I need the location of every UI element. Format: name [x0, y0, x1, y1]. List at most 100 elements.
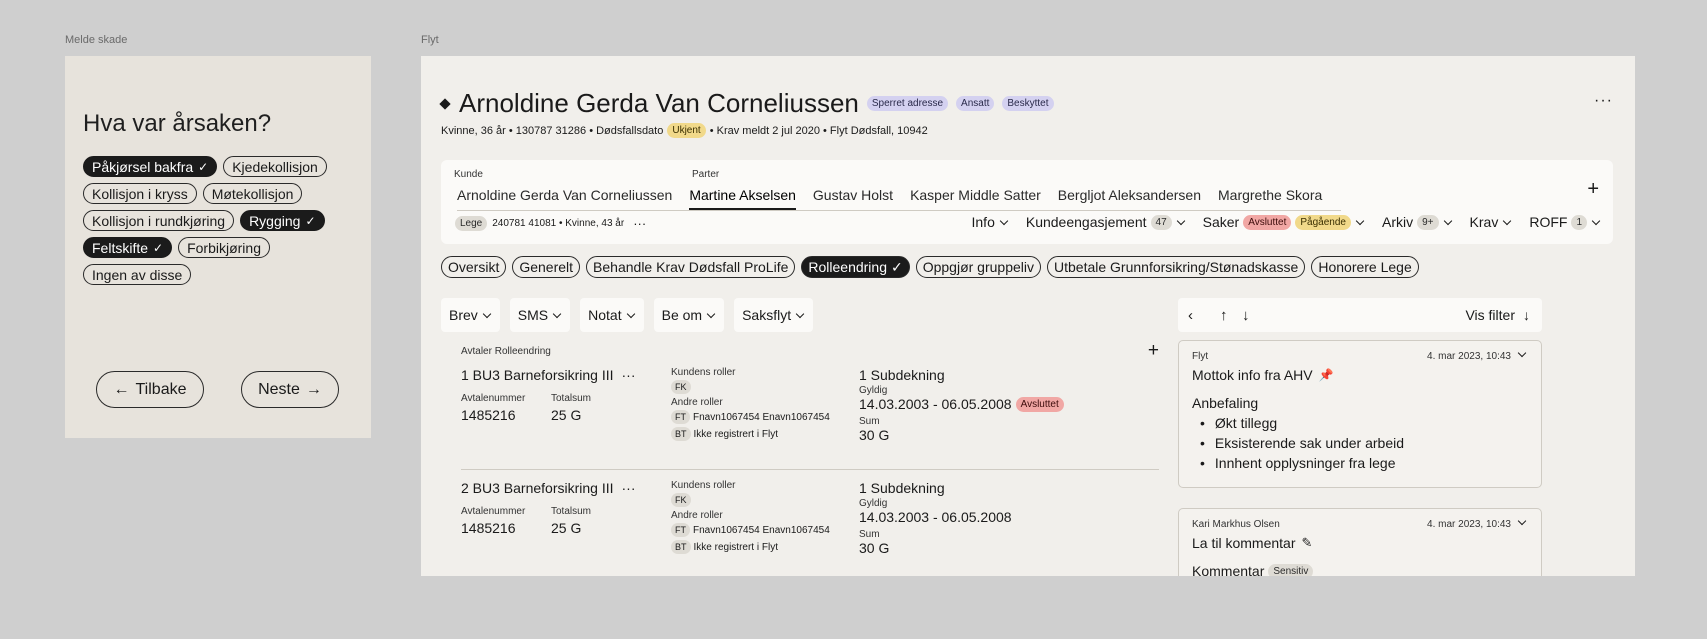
note-author: Kari Markhus Olsen — [1192, 519, 1280, 530]
tag-ukjent: Ukjent — [667, 123, 706, 138]
chip-kollisjon-i-kryss[interactable]: Kollisjon i kryss — [83, 183, 197, 204]
pin-icon: 📌 — [1318, 368, 1334, 382]
sms-label: SMS — [517, 307, 549, 323]
customer-more-icon[interactable]: ··· — [633, 216, 646, 231]
note-date: 4. mar 2023, 10:43 — [1427, 519, 1511, 530]
agreement-row: 2 BU3 Barneforsikring III ··· Avtalenumm… — [461, 470, 1159, 576]
menu-kundeengasjement[interactable]: Kundeengasjement 47 — [1026, 214, 1186, 230]
arrow-up-icon[interactable]: ↑ — [1220, 307, 1228, 324]
bullet-text: Økt tillegg — [1214, 415, 1278, 431]
chip-label: Ingen av disse — [92, 266, 183, 283]
chip-label: Kollisjon i rundkjøring — [92, 212, 226, 229]
chevron-down-icon — [1503, 216, 1512, 225]
menu-krav-label: Krav — [1469, 214, 1499, 230]
be-om-button[interactable]: Be om — [653, 298, 725, 332]
chevron-down-icon[interactable] — [1517, 348, 1527, 358]
role-tag-bt: BT — [671, 540, 691, 554]
menu-roff[interactable]: ROFF 1 — [1529, 214, 1601, 230]
brev-button[interactable]: Brev — [441, 298, 500, 332]
tab-generelt[interactable]: Generelt — [512, 256, 581, 278]
chevron-left-icon[interactable]: ‹ — [1188, 307, 1193, 324]
chip-feltskifte[interactable]: Feltskifte ✓ — [83, 237, 173, 258]
menu-saker[interactable]: Saker Avsluttet Pågående — [1203, 214, 1365, 230]
chip-label: Kollisjon i kryss — [92, 185, 188, 202]
kunde-label: Kunde — [454, 169, 483, 180]
arrow-down-icon[interactable]: ↓ — [1242, 307, 1250, 324]
party-tab-arnoldine[interactable]: Arnoldine Gerda Van Corneliussen — [457, 184, 672, 210]
party-tab-margrethe[interactable]: Margrethe Skora — [1218, 184, 1322, 210]
party-tabs: Arnoldine Gerda Van Corneliussen Martine… — [457, 184, 1341, 211]
role-tag-ft: FT — [671, 410, 690, 424]
chevron-down-icon — [552, 309, 562, 318]
sum-value: 30 G — [859, 427, 890, 443]
tag-pagaende: Pågående — [1295, 214, 1351, 230]
chevron-down-icon — [1355, 216, 1365, 225]
note-title-text: La til kommentar — [1192, 535, 1296, 551]
tab-oppgjor-gruppeliv[interactable]: Oppgjør gruppeliv — [915, 256, 1041, 278]
chevron-down-icon — [999, 216, 1009, 225]
vis-filter-button[interactable]: Vis filter ↓ — [1465, 307, 1530, 323]
sms-button[interactable]: SMS — [509, 298, 571, 332]
note-card[interactable]: Kari Markhus Olsen 4. mar 2023, 10:43 La… — [1178, 508, 1542, 576]
notat-button[interactable]: Notat — [580, 298, 644, 332]
party-tab-kasper[interactable]: Kasper Middle Satter — [910, 184, 1041, 210]
agreement-name: 2 BU3 Barneforsikring III — [461, 480, 614, 496]
brev-label: Brev — [449, 307, 478, 323]
tab-honorere-lege[interactable]: Honorere Lege — [1311, 256, 1419, 278]
vis-filter-label: Vis filter — [1465, 307, 1515, 323]
menu-info[interactable]: Info — [972, 214, 1009, 230]
arrow-right-icon: → — [305, 380, 322, 398]
chip-motekollisjon[interactable]: Møtekollisjon — [202, 183, 303, 204]
agreement-row: 1 BU3 Barneforsikring III ··· Avtalenumm… — [461, 357, 1159, 470]
tab-behandle-krav[interactable]: Behandle Krav Dødsfall ProLife — [586, 256, 796, 278]
check-icon: ✓ — [153, 240, 164, 255]
chevron-down-icon[interactable] — [1517, 516, 1527, 526]
agreement-more-icon[interactable]: ··· — [622, 480, 636, 496]
tab-rolleendring[interactable]: Rolleendring ✓ — [801, 256, 910, 278]
arrow-left-icon: ← — [113, 380, 130, 398]
saksflyt-button[interactable]: Saksflyt — [734, 298, 814, 332]
chip-rygging[interactable]: Rygging ✓ — [240, 210, 325, 231]
chip-forbikjoring[interactable]: Forbikjøring — [178, 237, 270, 258]
menu-arkiv[interactable]: Arkiv 9+ — [1382, 214, 1453, 230]
party-tab-bergljot[interactable]: Bergljot Aleksandersen — [1058, 184, 1201, 210]
totalsum-label: Totalsum — [551, 506, 592, 517]
parter-label: Parter — [692, 169, 720, 180]
customer-info: Lege 240781 41081 • Kvinne, 43 år ··· — [455, 216, 646, 231]
next-button[interactable]: Neste → — [241, 371, 339, 408]
tag-ansatt: Ansatt — [956, 96, 995, 111]
party-tab-gustav[interactable]: Gustav Holst — [813, 184, 893, 210]
party-tab-martine[interactable]: Martine Akselsen — [689, 184, 796, 210]
chip-ingen-av-disse[interactable]: Ingen av disse — [83, 264, 192, 285]
back-button[interactable]: ← Tilbake — [96, 371, 204, 408]
role-ft-name: Fnavn1067454 Enavn1067454 — [693, 411, 830, 423]
notes-column: ‹ ↑ ↓ Vis filter ↓ Flyt 4. mar 2023, 10:… — [1178, 298, 1542, 576]
subdekning-title: 1 Subdekning — [859, 480, 945, 496]
tag-beskyttet: Beskyttet — [1002, 96, 1054, 111]
check-icon: ✓ — [890, 258, 903, 275]
pencil-icon: ✎ — [1301, 535, 1313, 550]
agreement-more-icon[interactable]: ··· — [622, 367, 636, 383]
tab-utbetale-grunnforsikring[interactable]: Utbetale Grunnforsikring/Stønadskasse — [1047, 256, 1306, 278]
avtalenummer-label: Avtalenummer — [461, 393, 526, 404]
chevron-down-icon — [1176, 216, 1185, 225]
chip-kjedekollisjon[interactable]: Kjedekollisjon — [223, 156, 327, 177]
cause-chip-group: Påkjørsel bakfra ✓ Kjedekollisjon Kollisj… — [83, 156, 363, 285]
chip-pakjorsel-bakfra[interactable]: Påkjørsel bakfra ✓ — [83, 156, 218, 177]
tab-label: Rolleendring — [808, 259, 887, 275]
roles-block: Kundens roller FK Andre roller FT Fnavn10… — [671, 367, 861, 444]
agreement-title: 2 BU3 Barneforsikring III ··· — [461, 480, 636, 496]
process-tabs: Oversikt Generelt Behandle Krav Dødsfall… — [441, 256, 1419, 278]
chip-kollisjon-i-rundkjoring[interactable]: Kollisjon i rundkjøring — [83, 210, 235, 231]
note-card[interactable]: Flyt 4. mar 2023, 10:43 Mottok info fra … — [1178, 340, 1542, 488]
tag-lege: Lege — [455, 216, 488, 231]
customer-card: Kunde Parter Arnoldine Gerda Van Corneli… — [441, 160, 1613, 244]
action-toolbar: Brev SMS Notat Be om Saksflyt — [441, 298, 814, 332]
tab-oversikt[interactable]: Oversikt — [441, 256, 507, 278]
add-party-icon[interactable]: + — [1587, 178, 1599, 201]
more-options-icon[interactable]: ··· — [1594, 92, 1613, 110]
count-badge: 1 — [1571, 214, 1587, 230]
role-ft-name: Fnavn1067454 Enavn1067454 — [693, 524, 830, 536]
menu-krav[interactable]: Krav — [1470, 214, 1513, 230]
back-button-label: Tilbake — [135, 380, 187, 398]
